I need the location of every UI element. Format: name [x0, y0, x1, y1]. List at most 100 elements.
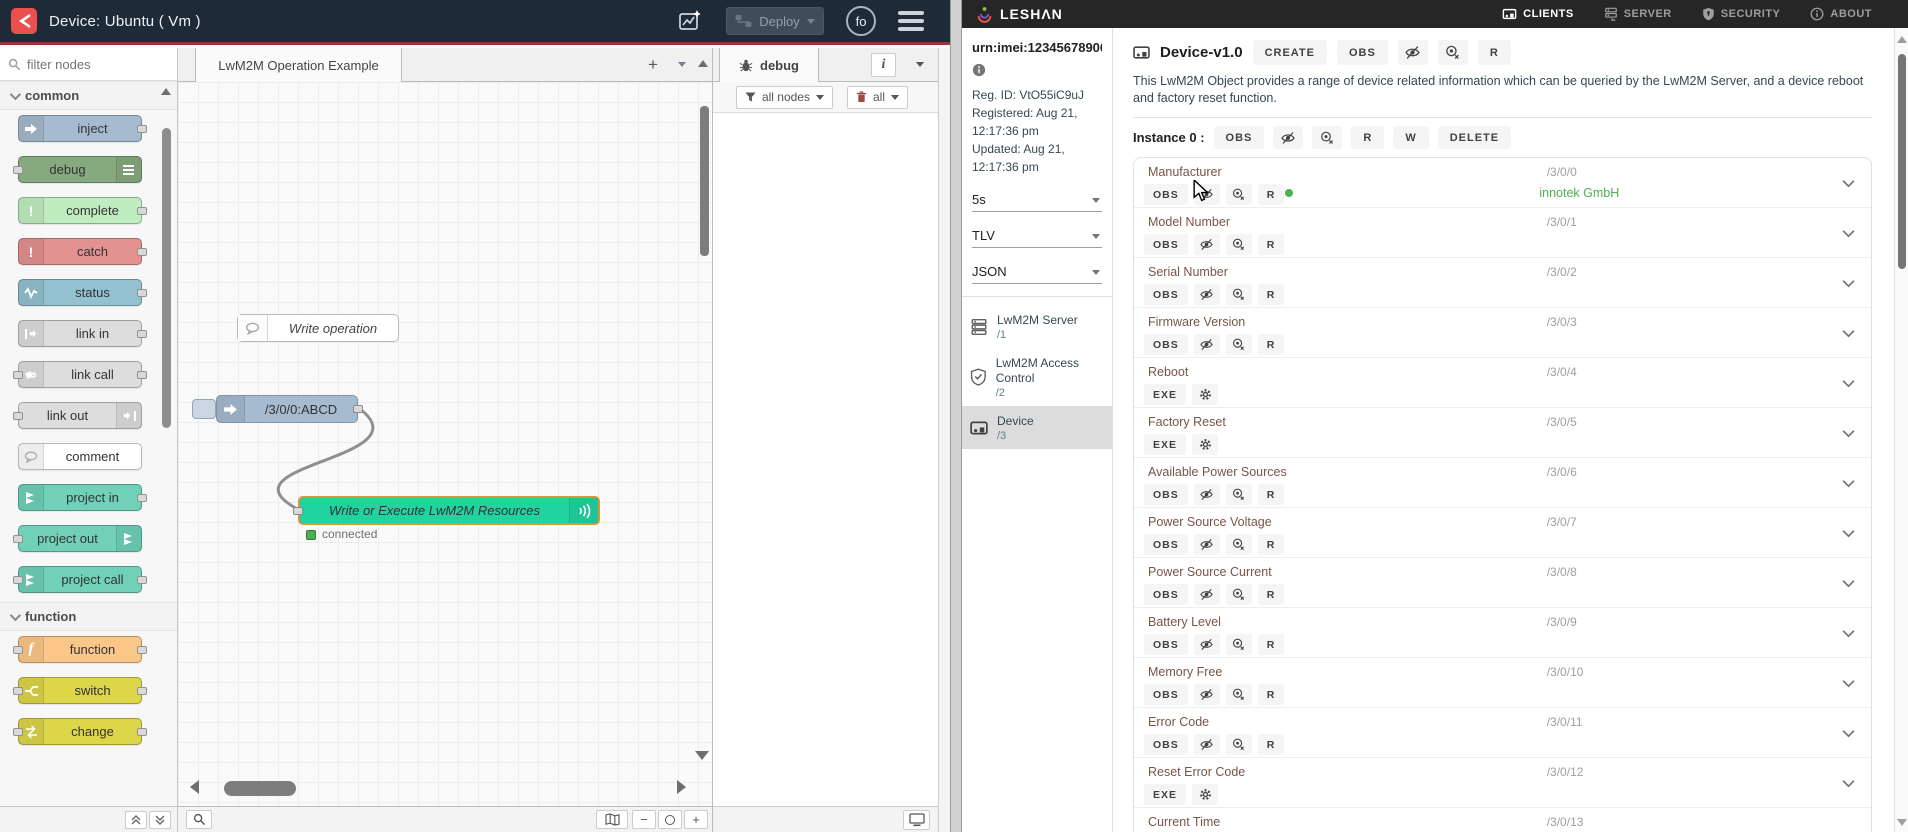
sidebar-scroll-strip[interactable]	[938, 48, 950, 832]
tab-debug[interactable]: debug	[719, 48, 819, 82]
nav-clients[interactable]: CLIENTS	[1502, 7, 1574, 21]
deploy-caret-icon[interactable]	[806, 18, 815, 24]
scroll-up-icon[interactable]	[161, 88, 171, 95]
observe-composite-object-button[interactable]	[1437, 40, 1468, 65]
chevron-down-icon[interactable]	[1842, 526, 1855, 541]
multi-format-select[interactable]: JSON	[972, 258, 1102, 284]
observe-object-button[interactable]: OBS	[1336, 40, 1388, 65]
leshan-scrollbar[interactable]	[1894, 28, 1908, 832]
observe-button[interactable]: OBS	[1144, 184, 1188, 205]
stop-observe-button[interactable]	[1193, 284, 1220, 305]
scroll-up-icon[interactable]	[1896, 36, 1907, 43]
palette-node-catch[interactable]: ! catch	[0, 233, 177, 274]
observe-composite-button[interactable]	[1225, 684, 1252, 705]
observe-composite-button[interactable]	[1225, 534, 1252, 555]
palette-node-debug[interactable]: debug	[0, 151, 177, 192]
stop-observe-button[interactable]	[1193, 534, 1220, 555]
chevron-down-icon[interactable]	[1842, 376, 1855, 391]
lwm2m-write-node[interactable]: Write or Execute LwM2M Resources	[293, 496, 600, 525]
stop-observe-instance-button[interactable]	[1273, 126, 1304, 149]
chevron-down-icon[interactable]	[1842, 276, 1855, 291]
zoom-in-button[interactable]: +	[684, 810, 708, 829]
comment-node[interactable]: Write operation	[237, 314, 399, 342]
observe-composite-instance-button[interactable]	[1312, 126, 1343, 149]
observe-instance-button[interactable]: OBS	[1213, 126, 1265, 149]
observe-button[interactable]: OBS	[1144, 684, 1188, 705]
palette-collapse-all-button[interactable]	[125, 810, 147, 829]
output-port[interactable]	[353, 405, 363, 413]
observe-button[interactable]: OBS	[1144, 634, 1188, 655]
palette-node-comment[interactable]: comment	[0, 438, 177, 479]
observe-button[interactable]: OBS	[1144, 334, 1188, 355]
info-tab-button[interactable]: i	[871, 53, 896, 77]
observe-composite-button[interactable]	[1225, 284, 1252, 305]
client-info-icon[interactable]	[972, 63, 1102, 80]
chevron-down-icon[interactable]	[1842, 226, 1855, 241]
chevron-down-icon[interactable]	[1842, 576, 1855, 591]
read-button[interactable]: R	[1257, 734, 1285, 755]
chevron-down-icon[interactable]	[1842, 476, 1855, 491]
stop-observe-button[interactable]	[1193, 734, 1220, 755]
scroll-down-icon[interactable]	[1897, 819, 1907, 826]
palette-node-project-call[interactable]: project call	[0, 561, 177, 602]
palette-scrollbar[interactable]	[161, 82, 172, 806]
main-menu-button[interactable]	[898, 11, 924, 31]
read-button[interactable]: R	[1257, 234, 1285, 255]
inject-trigger-button[interactable]	[192, 399, 216, 419]
palette-node-change[interactable]: change	[0, 713, 177, 754]
debug-clear-button[interactable]: all	[846, 85, 908, 109]
palette-node-complete[interactable]: ! complete	[0, 192, 177, 233]
palette-node-project-out[interactable]: project out	[0, 520, 177, 561]
read-button[interactable]: R	[1257, 334, 1285, 355]
palette-node-status[interactable]: status	[0, 274, 177, 315]
observe-button[interactable]: OBS	[1144, 484, 1188, 505]
observe-composite-button[interactable]	[1225, 584, 1252, 605]
sidebar-item-device[interactable]: Device/3	[962, 406, 1112, 449]
scroll-right-icon[interactable]	[677, 780, 686, 794]
chevron-down-icon[interactable]	[1842, 726, 1855, 741]
stop-observe-button[interactable]	[1193, 334, 1220, 355]
palette-search[interactable]	[0, 48, 177, 81]
nav-security[interactable]: SECURITY	[1702, 7, 1781, 21]
delete-instance-button[interactable]: DELETE	[1437, 126, 1512, 149]
canvas-vscroll-thumb[interactable]	[700, 106, 709, 256]
chevron-down-icon[interactable]	[1842, 326, 1855, 341]
user-avatar[interactable]: fo	[846, 6, 876, 36]
read-button[interactable]: R	[1257, 484, 1285, 505]
observe-composite-button[interactable]	[1225, 484, 1252, 505]
flow-import-icon[interactable]	[676, 8, 704, 34]
inject-node[interactable]: /3/0/0:ABCD	[216, 395, 363, 423]
stop-observe-button[interactable]	[1193, 484, 1220, 505]
add-flow-button[interactable]: +	[642, 54, 664, 76]
execute-button[interactable]: EXE	[1144, 434, 1187, 455]
stop-observe-object-button[interactable]	[1397, 40, 1428, 65]
palette-node-link-in[interactable]: link in	[0, 315, 177, 356]
palette-node-switch[interactable]: switch	[0, 672, 177, 713]
read-button[interactable]: R	[1257, 584, 1285, 605]
zoom-reset-button[interactable]	[658, 810, 682, 829]
open-debug-window-button[interactable]	[903, 810, 930, 830]
read-object-button[interactable]: R	[1477, 40, 1511, 65]
observe-button[interactable]: OBS	[1144, 284, 1188, 305]
stop-observe-button[interactable]	[1193, 584, 1220, 605]
filter-nodes-input[interactable]	[27, 56, 157, 72]
write-instance-button[interactable]: W	[1393, 126, 1429, 149]
palette-node-link-call[interactable]: link call	[0, 356, 177, 397]
observe-composite-button[interactable]	[1225, 734, 1252, 755]
execute-with-params-button[interactable]	[1192, 784, 1219, 805]
palette-expand-all-button[interactable]	[149, 810, 171, 829]
chevron-down-icon[interactable]	[1842, 776, 1855, 791]
chevron-down-icon[interactable]	[1842, 676, 1855, 691]
flow-list-caret-icon[interactable]	[678, 62, 686, 67]
observe-composite-button[interactable]	[1225, 634, 1252, 655]
scroll-down-icon[interactable]	[695, 751, 709, 760]
scrollbar-thumb[interactable]	[1898, 54, 1906, 269]
nav-about[interactable]: ABOUT	[1810, 7, 1872, 21]
debug-filter-button[interactable]: all nodes	[735, 85, 833, 109]
zoom-out-button[interactable]: −	[632, 810, 656, 829]
observe-composite-button[interactable]	[1225, 184, 1252, 205]
read-button[interactable]: R	[1257, 634, 1285, 655]
observe-composite-button[interactable]	[1225, 234, 1252, 255]
stop-observe-button[interactable]	[1193, 684, 1220, 705]
read-button[interactable]: R	[1257, 184, 1285, 205]
